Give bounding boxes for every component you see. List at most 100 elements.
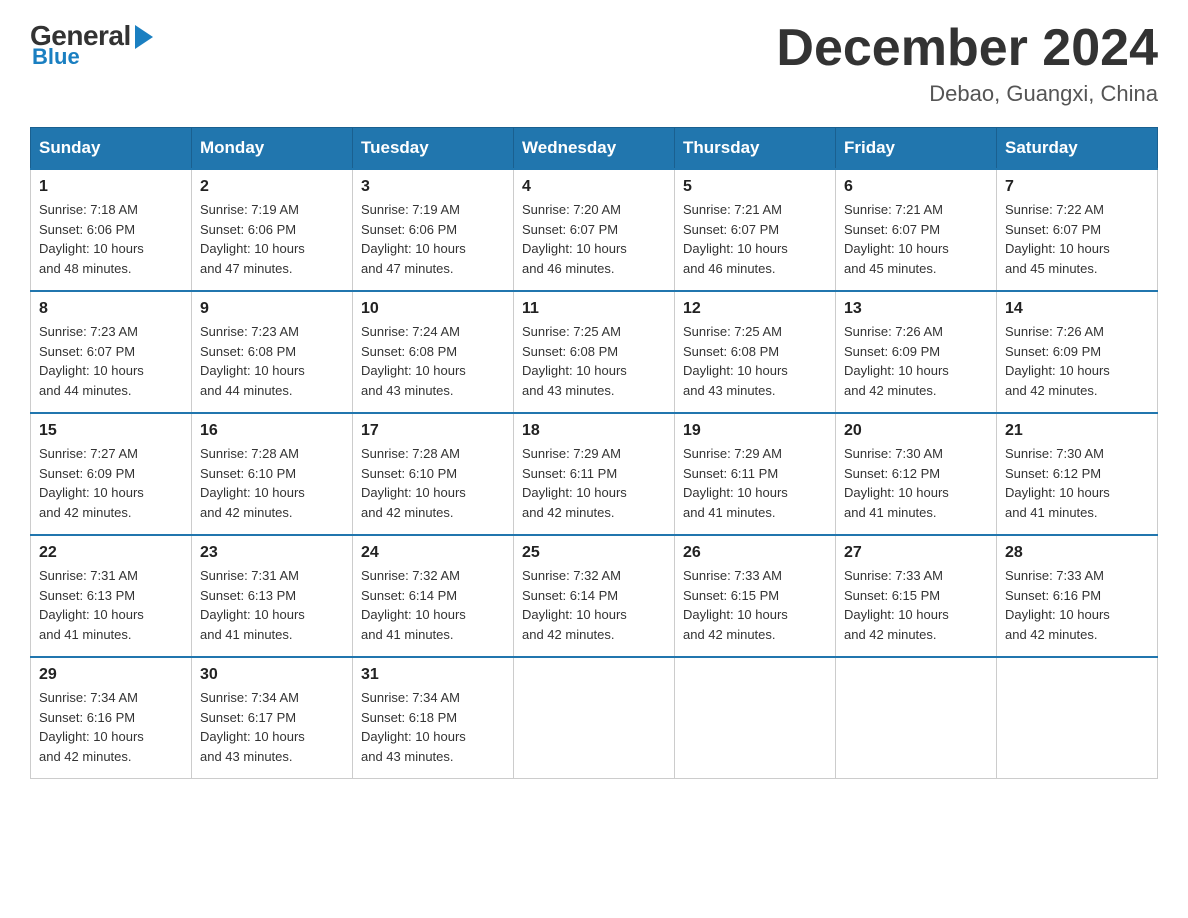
day-info: Sunrise: 7:24 AMSunset: 6:08 PMDaylight:… (361, 322, 505, 400)
logo-blue-text: Blue (32, 44, 80, 70)
day-number: 6 (844, 178, 988, 196)
title-area: December 2024 Debao, Guangxi, China (776, 20, 1158, 107)
calendar-cell: 21 Sunrise: 7:30 AMSunset: 6:12 PMDayligh… (997, 413, 1158, 535)
day-number: 21 (1005, 422, 1149, 440)
day-info: Sunrise: 7:23 AMSunset: 6:07 PMDaylight:… (39, 322, 183, 400)
calendar-header-sunday: Sunday (31, 128, 192, 170)
calendar-header-saturday: Saturday (997, 128, 1158, 170)
calendar-cell: 26 Sunrise: 7:33 AMSunset: 6:15 PMDayligh… (675, 535, 836, 657)
calendar-cell: 4 Sunrise: 7:20 AMSunset: 6:07 PMDaylight… (514, 169, 675, 291)
logo-triangle-icon (135, 25, 153, 49)
day-info: Sunrise: 7:31 AMSunset: 6:13 PMDaylight:… (200, 566, 344, 644)
day-info: Sunrise: 7:32 AMSunset: 6:14 PMDaylight:… (522, 566, 666, 644)
calendar-cell: 29 Sunrise: 7:34 AMSunset: 6:16 PMDayligh… (31, 657, 192, 779)
calendar-cell: 30 Sunrise: 7:34 AMSunset: 6:17 PMDayligh… (192, 657, 353, 779)
day-number: 4 (522, 178, 666, 196)
calendar-cell: 17Sunrise: 7:28 AMSunset: 6:10 PMDayligh… (353, 413, 514, 535)
day-info: Sunrise: 7:28 AMSunset: 6:10 PMDaylight:… (200, 444, 344, 522)
month-title: December 2024 (776, 20, 1158, 77)
day-number: 14 (1005, 300, 1149, 318)
day-info: Sunrise: 7:20 AMSunset: 6:07 PMDaylight:… (522, 200, 666, 278)
calendar-cell: 12Sunrise: 7:25 AMSunset: 6:08 PMDayligh… (675, 291, 836, 413)
logo: General Blue (30, 20, 153, 70)
day-info: Sunrise: 7:18 AMSunset: 6:06 PMDaylight:… (39, 200, 183, 278)
calendar-week-row-1: 1 Sunrise: 7:18 AMSunset: 6:06 PMDaylight… (31, 169, 1158, 291)
day-number: 19 (683, 422, 827, 440)
day-number: 20 (844, 422, 988, 440)
location-text: Debao, Guangxi, China (776, 81, 1158, 107)
calendar-cell (514, 657, 675, 779)
day-number: 22 (39, 544, 183, 562)
page-header: General Blue December 2024 Debao, Guangx… (30, 20, 1158, 107)
day-info: Sunrise: 7:34 AMSunset: 6:18 PMDaylight:… (361, 688, 505, 766)
calendar-cell (836, 657, 997, 779)
day-number: 29 (39, 666, 183, 684)
calendar-header-friday: Friday (836, 128, 997, 170)
day-info: Sunrise: 7:30 AMSunset: 6:12 PMDaylight:… (1005, 444, 1149, 522)
calendar-cell: 27 Sunrise: 7:33 AMSunset: 6:15 PMDayligh… (836, 535, 997, 657)
day-number: 3 (361, 178, 505, 196)
calendar-cell: 11Sunrise: 7:25 AMSunset: 6:08 PMDayligh… (514, 291, 675, 413)
calendar-cell: 9 Sunrise: 7:23 AMSunset: 6:08 PMDaylight… (192, 291, 353, 413)
day-info: Sunrise: 7:23 AMSunset: 6:08 PMDaylight:… (200, 322, 344, 400)
day-info: Sunrise: 7:26 AMSunset: 6:09 PMDaylight:… (844, 322, 988, 400)
day-number: 16 (200, 422, 344, 440)
day-number: 9 (200, 300, 344, 318)
day-info: Sunrise: 7:34 AMSunset: 6:17 PMDaylight:… (200, 688, 344, 766)
calendar-table: SundayMondayTuesdayWednesdayThursdayFrid… (30, 127, 1158, 779)
calendar-cell: 5Sunrise: 7:21 AMSunset: 6:07 PMDaylight… (675, 169, 836, 291)
day-info: Sunrise: 7:29 AMSunset: 6:11 PMDaylight:… (683, 444, 827, 522)
day-number: 17 (361, 422, 505, 440)
calendar-cell: 14 Sunrise: 7:26 AMSunset: 6:09 PMDayligh… (997, 291, 1158, 413)
calendar-cell: 7Sunrise: 7:22 AMSunset: 6:07 PMDaylight… (997, 169, 1158, 291)
day-info: Sunrise: 7:21 AMSunset: 6:07 PMDaylight:… (683, 200, 827, 278)
calendar-cell: 19 Sunrise: 7:29 AMSunset: 6:11 PMDayligh… (675, 413, 836, 535)
day-info: Sunrise: 7:32 AMSunset: 6:14 PMDaylight:… (361, 566, 505, 644)
day-number: 27 (844, 544, 988, 562)
day-number: 24 (361, 544, 505, 562)
day-info: Sunrise: 7:19 AMSunset: 6:06 PMDaylight:… (361, 200, 505, 278)
calendar-cell: 24 Sunrise: 7:32 AMSunset: 6:14 PMDayligh… (353, 535, 514, 657)
day-info: Sunrise: 7:31 AMSunset: 6:13 PMDaylight:… (39, 566, 183, 644)
day-number: 2 (200, 178, 344, 196)
day-info: Sunrise: 7:19 AMSunset: 6:06 PMDaylight:… (200, 200, 344, 278)
day-info: Sunrise: 7:30 AMSunset: 6:12 PMDaylight:… (844, 444, 988, 522)
calendar-header-thursday: Thursday (675, 128, 836, 170)
calendar-week-row-2: 8 Sunrise: 7:23 AMSunset: 6:07 PMDaylight… (31, 291, 1158, 413)
calendar-cell: 3 Sunrise: 7:19 AMSunset: 6:06 PMDaylight… (353, 169, 514, 291)
day-info: Sunrise: 7:21 AMSunset: 6:07 PMDaylight:… (844, 200, 988, 278)
calendar-cell (675, 657, 836, 779)
calendar-cell: 1 Sunrise: 7:18 AMSunset: 6:06 PMDaylight… (31, 169, 192, 291)
day-number: 1 (39, 178, 183, 196)
day-number: 12 (683, 300, 827, 318)
day-number: 11 (522, 300, 666, 318)
calendar-cell: 23 Sunrise: 7:31 AMSunset: 6:13 PMDayligh… (192, 535, 353, 657)
calendar-cell: 10 Sunrise: 7:24 AMSunset: 6:08 PMDayligh… (353, 291, 514, 413)
day-info: Sunrise: 7:33 AMSunset: 6:15 PMDaylight:… (683, 566, 827, 644)
calendar-cell: 2 Sunrise: 7:19 AMSunset: 6:06 PMDaylight… (192, 169, 353, 291)
calendar-cell (997, 657, 1158, 779)
day-number: 25 (522, 544, 666, 562)
calendar-cell: 20 Sunrise: 7:30 AMSunset: 6:12 PMDayligh… (836, 413, 997, 535)
calendar-header-tuesday: Tuesday (353, 128, 514, 170)
calendar-cell: 28Sunrise: 7:33 AMSunset: 6:16 PMDayligh… (997, 535, 1158, 657)
day-number: 18 (522, 422, 666, 440)
calendar-header-monday: Monday (192, 128, 353, 170)
calendar-cell: 22 Sunrise: 7:31 AMSunset: 6:13 PMDayligh… (31, 535, 192, 657)
day-info: Sunrise: 7:33 AMSunset: 6:15 PMDaylight:… (844, 566, 988, 644)
calendar-cell: 18 Sunrise: 7:29 AMSunset: 6:11 PMDayligh… (514, 413, 675, 535)
calendar-header-row: SundayMondayTuesdayWednesdayThursdayFrid… (31, 128, 1158, 170)
day-number: 30 (200, 666, 344, 684)
day-info: Sunrise: 7:22 AMSunset: 6:07 PMDaylight:… (1005, 200, 1149, 278)
day-info: Sunrise: 7:27 AMSunset: 6:09 PMDaylight:… (39, 444, 183, 522)
calendar-week-row-4: 22 Sunrise: 7:31 AMSunset: 6:13 PMDayligh… (31, 535, 1158, 657)
day-number: 8 (39, 300, 183, 318)
day-info: Sunrise: 7:29 AMSunset: 6:11 PMDaylight:… (522, 444, 666, 522)
day-number: 31 (361, 666, 505, 684)
day-info: Sunrise: 7:26 AMSunset: 6:09 PMDaylight:… (1005, 322, 1149, 400)
day-number: 26 (683, 544, 827, 562)
day-number: 23 (200, 544, 344, 562)
day-info: Sunrise: 7:34 AMSunset: 6:16 PMDaylight:… (39, 688, 183, 766)
day-number: 10 (361, 300, 505, 318)
calendar-cell: 8 Sunrise: 7:23 AMSunset: 6:07 PMDaylight… (31, 291, 192, 413)
